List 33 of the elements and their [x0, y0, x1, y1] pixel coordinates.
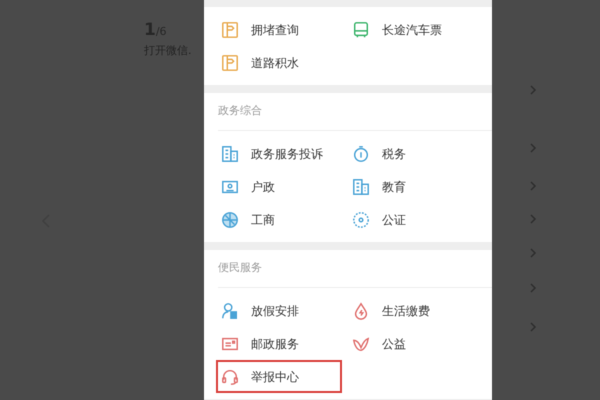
service-item[interactable]: 放假安排 [218, 294, 349, 327]
signpost-icon [221, 20, 239, 38]
seal-icon [352, 210, 370, 228]
service-item[interactable]: 政务服务投诉 [218, 137, 349, 170]
globe-icon [221, 210, 239, 228]
service-item[interactable]: 举报中心 [216, 360, 342, 393]
service-item[interactable]: 拥堵查询 [218, 13, 349, 46]
service-item[interactable]: 税务 [349, 137, 480, 170]
service-item[interactable]: 户政 [218, 170, 349, 203]
building-icon [221, 144, 239, 162]
service-item[interactable]: 长途汽车票 [349, 13, 480, 46]
service-item[interactable]: 生活缴费 [349, 294, 480, 327]
bus-icon [352, 20, 370, 38]
chevron-right-icon [530, 322, 537, 332]
headset-icon [221, 368, 239, 386]
chevron-right-icon [530, 214, 537, 224]
service-item[interactable]: 邮政服务 [218, 327, 349, 360]
chevron-right-icon [530, 283, 537, 293]
building-icon [352, 178, 370, 196]
service-item[interactable]: 教育 [349, 170, 480, 203]
service-item[interactable]: 公益 [349, 327, 480, 360]
section-title: 便民服务 [218, 260, 262, 276]
chevron-right-icon [530, 248, 537, 258]
section-title: 政务综合 [218, 103, 262, 120]
person-icon [221, 302, 239, 320]
drop-icon [352, 302, 370, 320]
chevron-right-icon [530, 181, 537, 191]
service-item[interactable]: 公证 [349, 203, 480, 236]
service-item[interactable]: 道路积水 [218, 46, 349, 79]
service-item[interactable]: 工商 [218, 203, 349, 236]
chevron-right-icon [530, 85, 537, 95]
signpost-icon [221, 54, 239, 72]
chevron-right-icon [530, 143, 537, 153]
